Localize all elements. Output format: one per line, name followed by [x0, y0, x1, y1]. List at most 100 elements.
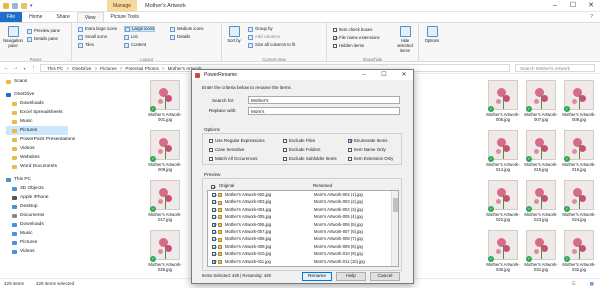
layout-content[interactable]: Content: [124, 42, 146, 48]
sidebar-item-3d-objects[interactable]: 3D Objects: [12, 184, 44, 193]
thumbnail[interactable]: ✓ Mother's Artwork-017.jpg: [148, 180, 182, 222]
thumbnail[interactable]: ✓ Mother's Artwork-008.jpg: [562, 80, 596, 122]
sidebar-item-websites[interactable]: Websites: [12, 153, 40, 162]
preview-row[interactable]: Mother's Artwork-008.jpg Mom's Artwork-00…: [208, 236, 386, 242]
preview-row[interactable]: Mother's Artwork-011.jpg Mom's Artwork-01…: [208, 259, 386, 265]
thumbnail[interactable]: ✓ Mother's Artwork-031.jpg: [524, 230, 558, 272]
breadcrumb-pictures[interactable]: Pictures: [100, 65, 117, 72]
recent-locations-icon[interactable]: ▾: [20, 66, 29, 71]
match-all-checkbox[interactable]: [209, 156, 213, 161]
details-pane-button[interactable]: Details pane: [27, 36, 58, 42]
case-sensitive-checkbox[interactable]: [209, 147, 213, 152]
help-icon[interactable]: ?: [583, 12, 600, 22]
sidebar-item-desktop[interactable]: Desktop: [12, 202, 38, 211]
breadcrumb-this-pc[interactable]: This PC: [47, 65, 63, 72]
large-icons-view-icon[interactable]: ▦: [590, 279, 594, 288]
file-name-extensions-checkbox[interactable]: [333, 36, 337, 40]
back-arrow-icon[interactable]: ←: [2, 65, 11, 71]
thumbnail[interactable]: ✓ Mother's Artwork-025.jpg: [148, 230, 182, 272]
forward-arrow-icon[interactable]: →: [11, 65, 20, 71]
row-checkbox[interactable]: [212, 215, 216, 220]
thumbnail[interactable]: ✓ Mother's Artwork-014.jpg: [486, 130, 520, 172]
close-button[interactable]: ✕: [582, 0, 600, 12]
option-case-sensitive[interactable]: Case Sensitive: [209, 147, 244, 152]
sidebar-item-downloads-pc[interactable]: Downloads: [12, 220, 44, 229]
sidebar-item-videos[interactable]: Videos: [12, 144, 35, 153]
sidebar-item-music-pc[interactable]: Music: [12, 229, 33, 238]
cancel-button[interactable]: Cancel: [370, 272, 400, 281]
layout-medium-icons[interactable]: Medium icons: [170, 26, 204, 32]
sidebar-item-excel-spreadsheets[interactable]: Excel Spreadsheets: [12, 108, 63, 117]
group-by-button[interactable]: Group by: [248, 26, 273, 32]
add-columns-button[interactable]: Add columns: [248, 34, 280, 40]
preview-row[interactable]: Mother's Artwork-007.jpg Mom's Artwork-00…: [208, 229, 386, 235]
column-renamed[interactable]: Renamed: [313, 182, 332, 190]
thumbnail[interactable]: ✓ Mother's Artwork-030.jpg: [486, 230, 520, 272]
preview-scrollbar-thumb[interactable]: [392, 198, 398, 212]
item-check-boxes-toggle[interactable]: Item check boxes: [333, 27, 372, 33]
sidebar-item-videos-pc[interactable]: Videos: [12, 247, 35, 256]
breadcrumb-onedrive[interactable]: OneDrive: [72, 65, 91, 72]
option-use-regular-expressions[interactable]: Use Regular Expressions: [209, 138, 265, 143]
item-extension-only-checkbox[interactable]: [348, 156, 352, 161]
size-all-columns-button[interactable]: Size all columns to fit: [248, 42, 295, 48]
sidebar-item-pictures[interactable]: Pictures: [6, 126, 68, 135]
option-match-all-occurences[interactable]: Match All Occurences: [209, 156, 257, 161]
row-checkbox[interactable]: [212, 222, 216, 227]
thumbnail[interactable]: ✓ Mother's Artwork-001.jpg: [148, 80, 182, 122]
search-for-field[interactable]: Mother's: [248, 96, 400, 104]
thumbnail[interactable]: ✓ Mother's Artwork-023.jpg: [524, 180, 558, 222]
file-name-extensions-toggle[interactable]: File name extensions: [333, 35, 380, 41]
row-checkbox[interactable]: [212, 252, 216, 257]
up-arrow-icon[interactable]: ↑: [29, 65, 38, 71]
preview-pane-button[interactable]: Preview pane: [27, 28, 60, 34]
sort-by-button[interactable]: Sort by: [224, 26, 244, 43]
tab-share[interactable]: Share: [49, 12, 76, 22]
sidebar-item-scans[interactable]: Scans: [6, 77, 27, 86]
option-item-extension-only[interactable]: Item Extension Only: [348, 156, 393, 161]
preview-row[interactable]: Mother's Artwork-005.jpg Mom's Artwork-00…: [208, 214, 386, 220]
preview-row[interactable]: Mother's Artwork-009.jpg Mom's Artwork-00…: [208, 244, 386, 250]
enumerate-items-checkbox[interactable]: [348, 138, 352, 143]
preview-row[interactable]: Mother's Artwork-004.jpg Mom's Artwork-00…: [208, 207, 386, 213]
layout-list[interactable]: List: [124, 34, 138, 40]
replace-with-field[interactable]: Mom's: [248, 107, 400, 115]
layout-extra-large-icons[interactable]: Extra large icons: [78, 26, 117, 32]
option-exclude-subfolder-items[interactable]: Exclude Subfolder Items: [283, 156, 337, 161]
thumbnail[interactable]: ✓ Mother's Artwork-007.jpg: [524, 80, 558, 122]
hidden-items-toggle[interactable]: Hidden items: [333, 43, 364, 49]
new-folder-icon[interactable]: [21, 3, 27, 9]
options-button[interactable]: Options: [422, 26, 442, 43]
exclude-files-checkbox[interactable]: [283, 138, 287, 143]
column-original[interactable]: Original: [219, 182, 234, 190]
quick-access-dropdown-icon[interactable]: ▾: [30, 3, 33, 9]
sidebar-item-pictures-pc[interactable]: Pictures: [12, 238, 37, 247]
item-name-only-checkbox[interactable]: [348, 147, 352, 152]
hide-selected-items-button[interactable]: Hide selected items: [393, 26, 417, 53]
tab-view[interactable]: View: [76, 12, 104, 22]
search-input[interactable]: Search Mother's Artwork: [515, 64, 595, 72]
dialog-minimize-button[interactable]: –: [357, 70, 371, 80]
hidden-items-checkbox[interactable]: [333, 44, 337, 48]
exclude-subfolder-checkbox[interactable]: [283, 156, 287, 161]
select-all-checkbox[interactable]: [211, 185, 215, 189]
breadcrumb-potential-photos[interactable]: Potential Photos: [125, 65, 158, 72]
dialog-close-button[interactable]: ✕: [397, 70, 411, 80]
option-exclude-folders[interactable]: Exclude Folders: [283, 147, 320, 152]
thumbnail[interactable]: ✓ Mother's Artwork-032.jpg: [562, 230, 596, 272]
row-checkbox[interactable]: [212, 237, 216, 242]
thumbnail[interactable]: ✓ Mother's Artwork-022.jpg: [486, 180, 520, 222]
sidebar-item-onedrive[interactable]: OneDrive: [6, 90, 34, 99]
preview-row[interactable]: Mother's Artwork-002.jpg Mom's Artwork-00…: [208, 192, 386, 198]
layout-large-icons[interactable]: Large icons: [124, 26, 156, 32]
manage-tab[interactable]: Manage: [107, 0, 137, 12]
layout-tiles[interactable]: Tiles: [78, 42, 94, 48]
use-regex-checkbox[interactable]: [209, 138, 213, 143]
option-enumerate-items[interactable]: Enumerate Items: [348, 138, 387, 143]
thumbnail[interactable]: ✓ Mother's Artwork-015.jpg: [524, 130, 558, 172]
tab-file[interactable]: File: [0, 12, 23, 22]
preview-row[interactable]: Mother's Artwork-003.jpg Mom's Artwork-00…: [208, 199, 386, 205]
dialog-maximize-button[interactable]: ☐: [377, 70, 391, 80]
thumbnail[interactable]: ✓ Mother's Artwork-024.jpg: [562, 180, 596, 222]
option-item-name-only[interactable]: Item Name Only: [348, 147, 386, 152]
